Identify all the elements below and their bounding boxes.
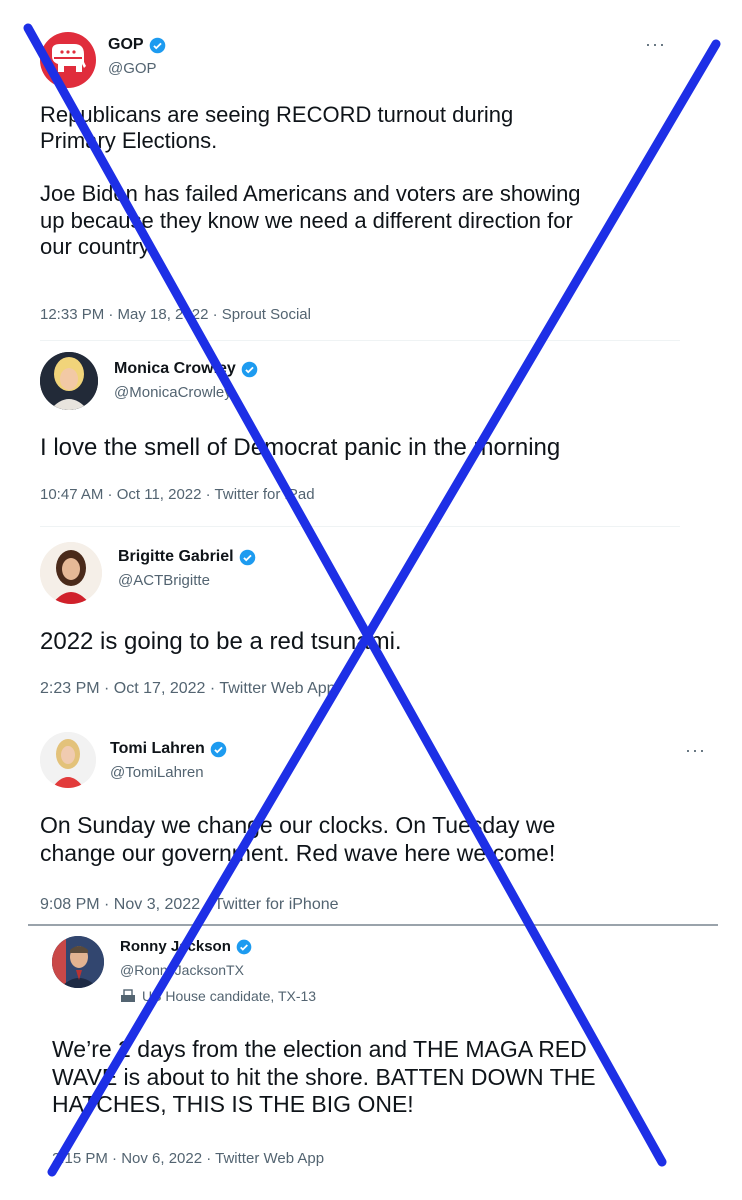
avatar[interactable] [52,936,104,988]
tweet-gop[interactable]: GOP @GOP ··· Republicans are seeing RECO… [0,0,742,340]
tweet-timestamp[interactable]: 9:08 PM · Nov 3, 2022 · Twitter for iPho… [40,896,339,914]
tweet-ronny-jackson[interactable]: Ronny Jackson @RonnyJacksonTX US House c… [28,924,718,1182]
tweet-monica-crowley[interactable]: Monica Crowley @MonicaCrowley I love the… [0,340,742,526]
user-photo [40,352,98,410]
tweet-timestamp[interactable]: 12:33 PM · May 18, 2022 · Sprout Social [40,306,311,323]
author-name[interactable]: Tomi Lahren [110,740,205,758]
tweet-text: 2022 is going to be a red tsunami. [40,628,402,655]
tweet-timestamp[interactable]: 2:15 PM · Nov 6, 2022 · Twitter Web App [52,1150,324,1167]
tweet-text: On Sunday we change our clocks. On Tuesd… [40,812,556,866]
candidate-label-text: US House candidate, TX-13 [142,988,317,1004]
user-photo [52,936,104,988]
verified-badge-icon [239,549,255,565]
more-options-icon[interactable]: ··· [685,740,706,761]
author-handle[interactable]: @ACTBrigitte [118,572,210,589]
verified-badge-icon [149,37,165,53]
avatar[interactable] [40,542,102,604]
author-handle[interactable]: @MonicaCrowley [114,384,232,401]
tweet-text: I love the smell of Democrat panic in th… [40,434,561,461]
author-name[interactable]: Monica Crowley [114,360,236,378]
user-photo [40,542,102,604]
author-name[interactable]: Brigitte Gabriel [118,548,234,566]
tweet-brigitte-gabriel[interactable]: Brigitte Gabriel @ACTBrigitte 2022 is go… [0,526,742,716]
author-name-row[interactable]: Brigitte Gabriel [118,548,256,566]
author-handle[interactable]: @GOP [108,60,157,77]
author-name-row[interactable]: GOP [108,36,166,54]
user-photo [40,732,96,788]
verified-badge-icon [241,361,258,377]
verified-badge-icon [236,939,252,954]
tweet-text: We’re 2 days from the election and THE M… [52,1036,596,1118]
tweet-timestamp[interactable]: 10:47 AM · Oct 11, 2022 · Twitter for iP… [40,486,315,503]
candidate-label: US House candidate, TX-13 [120,988,316,1004]
tweet-tomi-lahren[interactable]: Tomi Lahren @TomiLahren ··· On Sunday we… [0,716,742,924]
author-name[interactable]: GOP [108,36,144,54]
tweet-timestamp[interactable]: 2:23 PM · Oct 17, 2022 · Twitter Web App [40,680,336,698]
avatar[interactable] [40,732,96,788]
verified-badge-icon [210,741,227,757]
avatar[interactable] [40,352,98,410]
ballot-box-icon [121,989,135,1002]
author-name-row[interactable]: Monica Crowley [114,360,258,378]
author-handle[interactable]: @TomiLahren [110,764,204,781]
avatar[interactable] [40,32,96,88]
tweet-text: Republicans are seeing RECORD turnout du… [40,102,581,259]
author-name-row[interactable]: Tomi Lahren [110,740,227,758]
author-name[interactable]: Ronny Jackson [120,938,231,955]
author-handle[interactable]: @RonnyJacksonTX [120,962,244,978]
author-name-row[interactable]: Ronny Jackson [120,938,252,955]
elephant-logo-icon [52,44,86,72]
more-options-icon[interactable]: ··· [645,34,666,55]
